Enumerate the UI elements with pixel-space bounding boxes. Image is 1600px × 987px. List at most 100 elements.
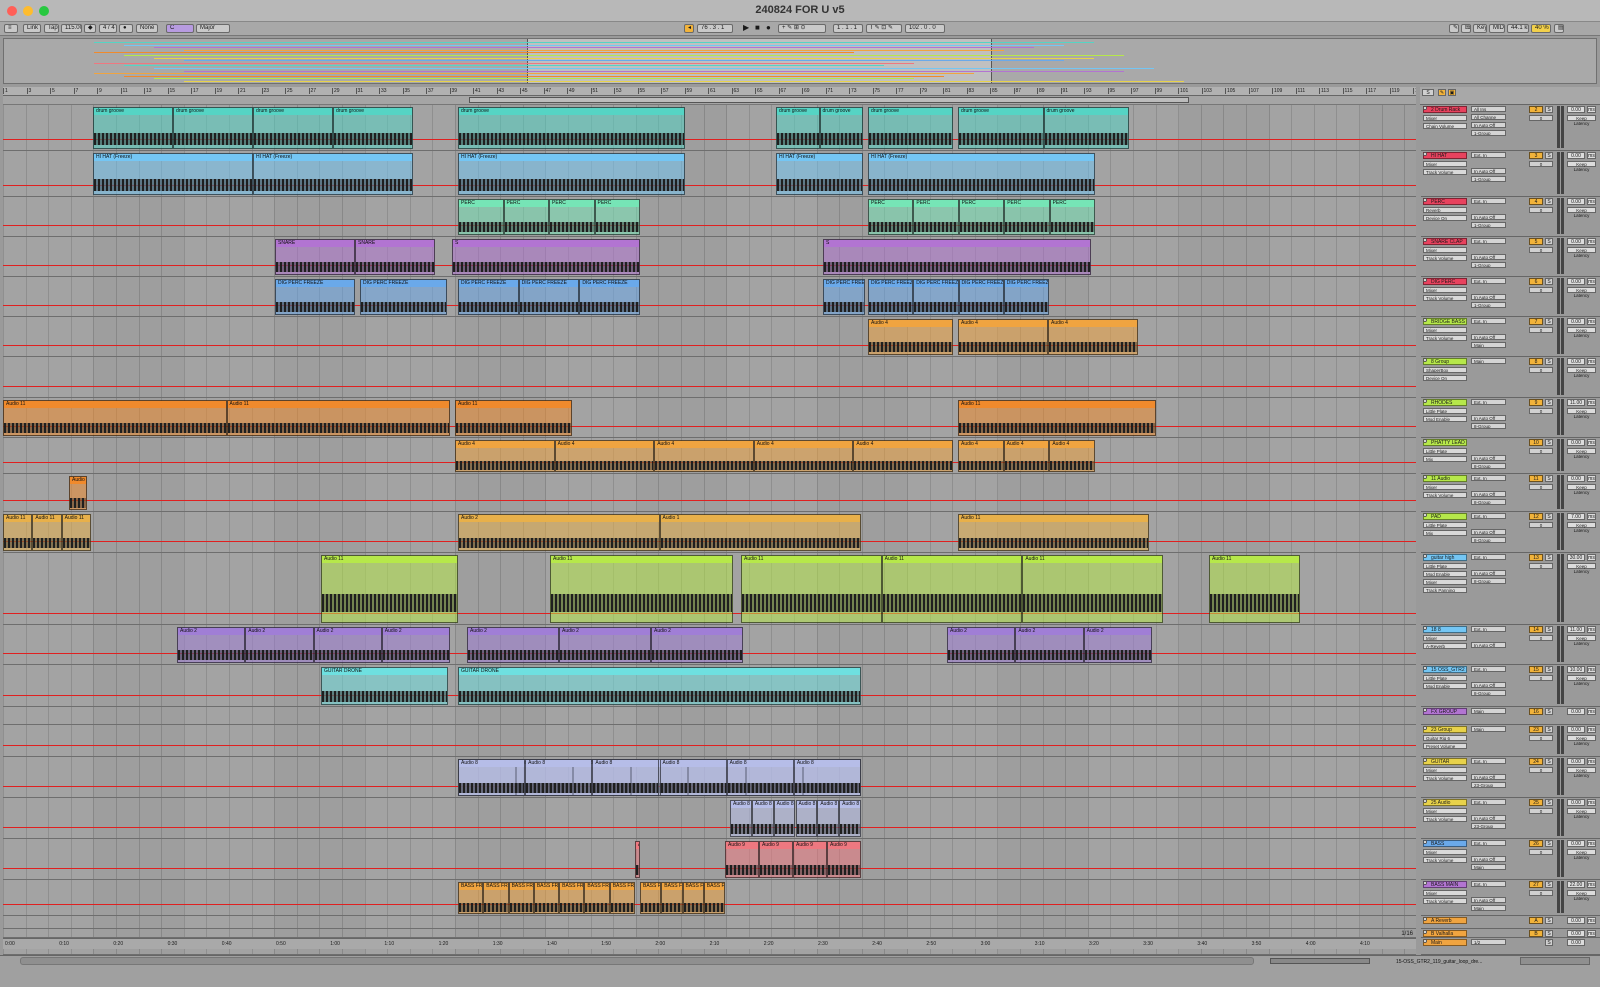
menu-icon[interactable]: ≡ — [4, 24, 18, 33]
track-lane[interactable]: Audio 2 Audio 2 Audio 2 Audio 2 Audio 2 Audio… — [3, 625, 1416, 665]
track-number[interactable]: 8 — [1529, 358, 1543, 365]
track-activator-icon[interactable] — [1423, 318, 1427, 322]
audio-clip[interactable]: HI HAT (Freeze) — [253, 153, 413, 195]
draw-tools[interactable]: ⌇ ✎ ⊡ ✎ — [866, 24, 902, 33]
horizontal-scrollbar[interactable] — [20, 957, 1254, 965]
audio-clip[interactable]: Audio 11 — [741, 555, 882, 623]
audio-clip[interactable]: Audio 8 — [458, 759, 526, 796]
device-chooser[interactable]: Little Plate — [1423, 522, 1467, 528]
io-routing[interactable]: In Auto Off — [1471, 415, 1506, 421]
audio-clip[interactable]: DIG PERC FREEZE — [275, 279, 355, 315]
io-routing[interactable]: 23-Group — [1471, 782, 1506, 788]
solo-button[interactable]: S — [1545, 666, 1553, 673]
track-lane[interactable]: BASS FREBASS FREBASS FREBASS FREBASS FRE… — [3, 880, 1416, 916]
delay-unit[interactable]: ms — [1587, 726, 1596, 733]
track-lane[interactable]: HI HAT (Freeze) HI HAT (Freeze) HI HAT (Fr… — [3, 151, 1416, 197]
io-routing[interactable]: In Auto Off — [1471, 254, 1506, 260]
solo-button[interactable]: S — [1545, 399, 1553, 406]
delay-unit[interactable]: ms — [1587, 358, 1596, 365]
delay-unit[interactable]: ms — [1587, 881, 1596, 888]
audio-clip[interactable]: Audio 8 — [795, 800, 818, 837]
link-button[interactable]: Link — [23, 24, 41, 33]
audio-clip[interactable]: drum groove — [93, 107, 173, 149]
audio-clip[interactable]: HI HAT (Freeze) — [776, 153, 863, 195]
track-name[interactable]: SNARE CLAP — [1423, 238, 1467, 245]
io-routing[interactable]: In Auto Off — [1471, 815, 1506, 821]
play-icon[interactable]: ▶ — [740, 24, 749, 33]
track-delay[interactable]: 0.00 — [1567, 475, 1585, 482]
audio-clip[interactable]: BASS FRE — [458, 882, 484, 914]
loop-length-field[interactable]: 102 . 0 . 0 — [905, 24, 945, 33]
delay-unit[interactable]: ms — [1587, 152, 1596, 159]
track-delay[interactable]: 0.00 — [1567, 917, 1585, 924]
audio-clip[interactable]: Audio 4 — [455, 440, 555, 472]
audio-clip[interactable]: Audio 8 — [817, 800, 840, 837]
audio-clip[interactable]: Audio 11 — [321, 555, 458, 623]
track-header[interactable]: GUITAR Mixer Track Volume Ext. In In Auto Of… — [1421, 757, 1600, 798]
io-routing[interactable]: In Auto Off — [1471, 491, 1506, 497]
track-header[interactable]: BASS Mixer Track Volume Ext. In In Auto Off M… — [1421, 839, 1600, 880]
solo-button[interactable]: S — [1545, 708, 1553, 715]
track-number[interactable]: 7 — [1529, 318, 1543, 325]
track-delay[interactable]: 0.00 — [1567, 726, 1585, 733]
track-delay[interactable]: 0.00 — [1567, 758, 1585, 765]
io-routing[interactable]: 8-Group — [1471, 423, 1506, 429]
solo-button[interactable]: S — [1545, 626, 1553, 633]
track-number[interactable]: 23 — [1529, 726, 1543, 733]
delay-unit[interactable]: ms — [1587, 318, 1596, 325]
track-header[interactable]: DIG PERC Mixer Track Volume Ext. In In Auto … — [1421, 277, 1600, 317]
io-routing[interactable]: In Auto Off — [1471, 529, 1506, 535]
audio-clip[interactable]: Audio 2 — [947, 627, 1016, 663]
track-name[interactable]: 2 Drum Rack — [1423, 106, 1467, 113]
track-name[interactable]: PERC — [1423, 198, 1467, 205]
track-activator-icon[interactable] — [1423, 238, 1427, 242]
io-routing[interactable]: Main — [1471, 726, 1506, 732]
track-lane[interactable]: SNARE SNARE S S — [3, 237, 1416, 277]
track-activator-icon[interactable] — [1423, 198, 1427, 202]
audio-clip[interactable]: Audio 8 — [730, 800, 752, 837]
quantize-select[interactable]: None — [136, 24, 158, 33]
io-routing[interactable]: In Auto Off — [1471, 642, 1506, 648]
track-header[interactable]: PERC Reverb Device On Ext. In In Auto Off 1-G… — [1421, 197, 1600, 237]
delay-unit[interactable]: ms — [1587, 278, 1596, 285]
automation-line[interactable] — [3, 305, 1416, 306]
volume-field[interactable]: 0 — [1529, 367, 1553, 373]
track-delay[interactable]: 11.00 — [1567, 626, 1585, 633]
audio-clip[interactable]: drum groove — [819, 107, 863, 149]
device-chooser[interactable]: A-Reverb — [1423, 643, 1467, 649]
solo-button[interactable]: S — [1545, 152, 1553, 159]
device-chooser[interactable]: Guitar Rig 6 — [1423, 735, 1467, 741]
track-lane[interactable]: Audio 8 Audio 8 Audio 8 Audio 8 Audio 8 Audio… — [3, 757, 1416, 798]
solo-button[interactable]: S — [1545, 881, 1553, 888]
track-number[interactable]: 27 — [1529, 881, 1543, 888]
device-chooser[interactable]: Track Volume — [1423, 335, 1467, 341]
track-header[interactable]: Main 1/2 S 0.00 — [1421, 938, 1600, 955]
device-chooser[interactable]: Device On — [1423, 215, 1467, 221]
track-lane[interactable] — [3, 707, 1416, 725]
io-routing[interactable]: Ext. In — [1471, 399, 1506, 405]
audio-clip[interactable]: drum groove — [776, 107, 820, 149]
io-routing[interactable]: 1-Group — [1471, 130, 1506, 136]
track-number[interactable]: 9 — [1529, 399, 1543, 406]
volume-field[interactable]: 0 — [1529, 408, 1553, 414]
keep-latency-toggle[interactable]: Keep Latency — [1567, 735, 1596, 746]
audio-clip[interactable]: Audio 9 — [725, 841, 759, 878]
track-name[interactable]: 23 Group — [1423, 726, 1467, 733]
delay-unit[interactable]: ms — [1587, 399, 1596, 406]
solo-button[interactable]: S — [1545, 318, 1553, 325]
volume-field[interactable]: 0 — [1529, 849, 1553, 855]
audio-clip[interactable]: Audio 4 — [1003, 440, 1050, 472]
audio-clip[interactable]: Audio 8 — [592, 759, 660, 796]
keep-latency-toggle[interactable]: Keep Latency — [1567, 890, 1596, 901]
delay-unit[interactable]: ms — [1587, 475, 1596, 482]
track-delay[interactable]: 0.00 — [1567, 840, 1585, 847]
volume-field[interactable]: 0 — [1529, 563, 1553, 569]
track-header[interactable]: 2 Drum Rack Mixer Chain Volume All Ins All C… — [1421, 105, 1600, 151]
audio-clip[interactable]: PERC — [913, 199, 959, 235]
delay-unit[interactable]: ms — [1587, 554, 1596, 561]
audio-clip[interactable]: DIG PERC FREEZE — [458, 279, 519, 315]
solo-button[interactable]: S — [1545, 475, 1553, 482]
volume-field[interactable]: 0 — [1529, 635, 1553, 641]
audio-clip[interactable]: Audio 2 — [245, 627, 314, 663]
volume-field[interactable]: 0 — [1529, 484, 1553, 490]
